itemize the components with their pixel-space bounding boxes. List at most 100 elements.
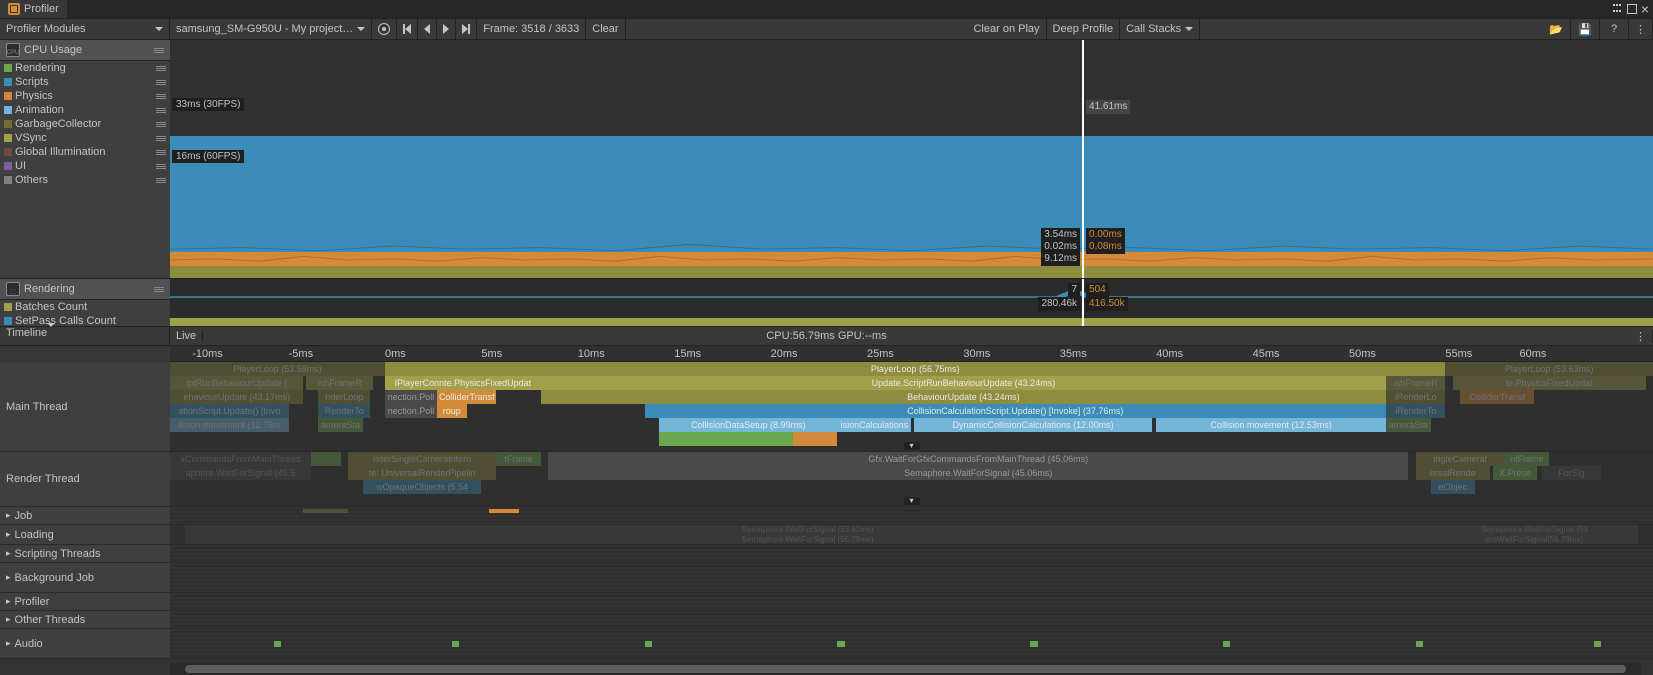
- prev-frame-button[interactable]: [418, 19, 437, 39]
- save-button[interactable]: 💾: [1571, 19, 1600, 39]
- frame-cursor[interactable]: [1082, 279, 1084, 326]
- call-stacks-dropdown[interactable]: Call Stacks: [1120, 19, 1200, 39]
- drag-handle-icon[interactable]: [156, 178, 166, 183]
- next-frame-button[interactable]: [437, 19, 456, 39]
- context-menu-button[interactable]: ⋮: [1629, 19, 1653, 39]
- thread-track-main[interactable]: PlayerLoop (53.59ms) PlayerLoop (56.75ms…: [170, 362, 1653, 452]
- timeline-menu-button[interactable]: ⋮: [1629, 330, 1653, 343]
- rendering-icon: ⬚: [6, 282, 20, 296]
- swatch: [4, 317, 12, 325]
- category-ui[interactable]: UI: [0, 159, 170, 173]
- thread-track-other[interactable]: [170, 611, 1653, 629]
- dots-icon: ⋮: [1635, 23, 1646, 36]
- readout: 504: [1086, 283, 1109, 297]
- readout: 280.46k: [1038, 297, 1080, 311]
- thread-header-main[interactable]: Main Thread: [0, 362, 170, 452]
- swatch: [4, 303, 12, 311]
- category-rendering[interactable]: Rendering: [0, 61, 170, 75]
- record-icon: [378, 23, 390, 35]
- drag-handle-icon[interactable]: [156, 80, 166, 85]
- profiler-modules-dropdown[interactable]: Profiler Modules: [0, 19, 170, 39]
- thread-track-render[interactable]: xCommandsFromMainThread nderSingleCamera…: [170, 452, 1653, 507]
- category-animation[interactable]: Animation: [0, 103, 170, 117]
- expand-icon[interactable]: ▾: [904, 442, 920, 450]
- module-header-cpu[interactable]: CPU CPU Usage: [0, 40, 170, 61]
- drag-handle-icon[interactable]: [156, 122, 166, 127]
- ruler-tick: 55ms: [1445, 348, 1472, 360]
- category-global-illumination[interactable]: Global Illumination: [0, 145, 170, 159]
- ruler-tick: 5ms: [481, 348, 502, 360]
- ruler-tick: 35ms: [1060, 348, 1087, 360]
- thread-header-loading[interactable]: Loading: [0, 525, 170, 545]
- clear-on-play-toggle[interactable]: Clear on Play: [967, 19, 1046, 39]
- ruler-tick: 60ms: [1520, 348, 1547, 360]
- category-batches-count[interactable]: Batches Count: [0, 300, 170, 314]
- tab-title: Profiler: [24, 3, 59, 15]
- view-mode-dropdown[interactable]: Timeline: [0, 327, 170, 345]
- ruler-tick: 25ms: [867, 348, 894, 360]
- last-frame-button[interactable]: [456, 19, 477, 39]
- first-frame-button[interactable]: [397, 19, 418, 39]
- ruler-tick: 20ms: [771, 348, 798, 360]
- drag-handle-icon[interactable]: [156, 66, 166, 71]
- deep-profile-toggle[interactable]: Deep Profile: [1047, 19, 1121, 39]
- clear-button[interactable]: Clear: [586, 19, 625, 39]
- close-icon[interactable]: ×: [1641, 4, 1649, 14]
- drag-handle-icon[interactable]: [156, 136, 166, 141]
- thread-track-scripting[interactable]: [170, 545, 1653, 563]
- readout: 0.08ms: [1086, 240, 1125, 254]
- rendering-chart[interactable]: 7 504 280.46k 416.50k: [170, 279, 1653, 326]
- thread-track-profiler[interactable]: [170, 593, 1653, 611]
- load-button[interactable]: 📂: [1542, 19, 1571, 39]
- time-ruler[interactable]: -10ms-5ms0ms5ms10ms15ms20ms25ms30ms35ms4…: [170, 346, 1653, 362]
- thread-header-scripting[interactable]: Scripting Threads: [0, 545, 170, 563]
- swatch: [4, 162, 12, 170]
- ruler-tick: 15ms: [674, 348, 701, 360]
- thread-track-loading[interactable]: Semaphore.WaitForSignal (53.62ms) Semaph…: [170, 525, 1653, 545]
- category-others[interactable]: Others: [0, 173, 170, 187]
- drag-handle-icon[interactable]: [156, 150, 166, 155]
- swatch: [4, 134, 12, 142]
- category-physics[interactable]: Physics: [0, 89, 170, 103]
- thread-header-render[interactable]: Render Thread: [0, 452, 170, 507]
- maximize-icon[interactable]: [1627, 4, 1637, 14]
- category-scripts[interactable]: Scripts: [0, 75, 170, 89]
- help-button[interactable]: ?: [1600, 19, 1629, 39]
- live-toggle[interactable]: Live: [170, 330, 203, 342]
- chevron-down-icon: [357, 27, 365, 31]
- drag-handle-icon[interactable]: [156, 164, 166, 169]
- module-header-rendering[interactable]: ⬚ Rendering: [0, 279, 170, 300]
- swatch: [4, 120, 12, 128]
- horizontal-scrollbar[interactable]: [170, 663, 1641, 675]
- ruler-tick: 30ms: [963, 348, 990, 360]
- chevron-down-icon: [155, 27, 163, 31]
- ruler-tick: -10ms: [192, 348, 223, 360]
- thread-header-profiler[interactable]: Profiler: [0, 593, 170, 611]
- thread-track-job[interactable]: [170, 507, 1653, 525]
- readout: 9.12ms: [1041, 252, 1080, 266]
- drag-handle-icon[interactable]: [156, 108, 166, 113]
- thread-track-audio[interactable]: [170, 629, 1653, 659]
- thread-header-bgjob[interactable]: Background Job: [0, 563, 170, 593]
- window-menu-icon[interactable]: [1613, 4, 1623, 14]
- expand-icon[interactable]: ▾: [904, 497, 920, 505]
- thread-header-audio[interactable]: Audio: [0, 629, 170, 659]
- tab-profiler[interactable]: Profiler: [0, 0, 67, 18]
- category-vsync[interactable]: VSync: [0, 131, 170, 145]
- drag-handle-icon[interactable]: [156, 94, 166, 99]
- cpu-chart[interactable]: 33ms (30FPS) 16ms (60FPS) 41.61ms 3.54ms…: [170, 40, 1653, 278]
- target-dropdown[interactable]: samsung_SM-G950U - My project…: [170, 19, 372, 39]
- save-icon: 💾: [1577, 21, 1593, 37]
- thread-header-job[interactable]: Job: [0, 507, 170, 525]
- ruler-tick: -5ms: [289, 348, 313, 360]
- thread-track-bgjob[interactable]: [170, 563, 1653, 593]
- dots-icon: ⋮: [1635, 331, 1646, 343]
- category-garbagecollector[interactable]: GarbageCollector: [0, 117, 170, 131]
- record-button[interactable]: [372, 19, 397, 39]
- swatch: [4, 92, 12, 100]
- thread-header-other[interactable]: Other Threads: [0, 611, 170, 629]
- frame-counter[interactable]: Frame: 3518 / 3633: [477, 19, 586, 39]
- threshold-60fps: 16ms (60FPS): [172, 150, 244, 163]
- scrollbar-thumb[interactable]: [185, 665, 1627, 673]
- frame-cursor[interactable]: [1082, 40, 1084, 278]
